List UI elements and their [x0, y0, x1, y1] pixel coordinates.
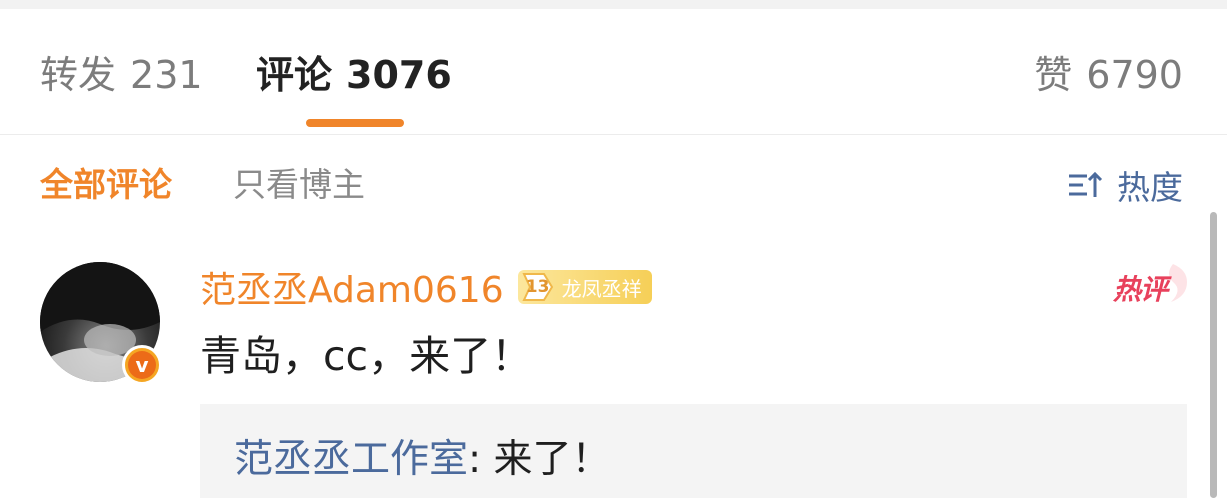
verified-v-icon: v: [128, 351, 156, 379]
tab-repost-count: 231: [130, 53, 203, 97]
sort-icon: [1069, 171, 1103, 197]
comment-header: 范丞丞Adam0616 13 龙凤丞祥: [200, 261, 652, 313]
fan-level-number: 13: [525, 277, 550, 297]
comment-screen: 转发 231 评论 3076 赞 6790 全部评论 只看博主 热度 v 范丞丞…: [0, 0, 1227, 498]
hot-comment-label: 热评: [1113, 273, 1168, 306]
tab-likes-label: 赞: [1034, 53, 1073, 97]
reply-preview[interactable]: 范丞丞工作室: 来了！: [200, 404, 1187, 498]
comment-username[interactable]: 范丞丞Adam0616: [200, 261, 504, 313]
sort-by-popularity-button[interactable]: 热度: [1067, 163, 1183, 207]
fan-badge[interactable]: 13 龙凤丞祥: [517, 270, 652, 304]
tab-comments[interactable]: 评论 3076: [256, 50, 452, 100]
tab-divider: [0, 134, 1227, 135]
active-tab-indicator: [306, 119, 404, 127]
tab-likes[interactable]: 赞 6790: [1034, 50, 1183, 100]
reply-text: 来了！: [481, 437, 611, 482]
tab-repost-label: 转发: [40, 53, 117, 97]
hot-comment-badge: 热评: [1113, 264, 1187, 308]
verified-badge-icon: v: [122, 345, 162, 385]
comment-body: 青岛，cc，来了！: [200, 332, 533, 380]
sort-label: 热度: [1117, 168, 1183, 207]
tab-likes-count: 6790: [1086, 53, 1183, 97]
tab-repost[interactable]: 转发 231: [40, 50, 203, 100]
fan-badge-title: 龙凤丞祥: [561, 276, 642, 301]
reply-separator: :: [468, 437, 482, 482]
reply-author[interactable]: 范丞丞工作室: [234, 437, 468, 482]
filter-all-comments[interactable]: 全部评论: [40, 163, 172, 207]
reply-line: 范丞丞工作室: 来了！: [234, 434, 611, 486]
tab-comments-label: 评论: [256, 53, 333, 97]
scrollbar[interactable]: [1210, 212, 1217, 498]
filter-blogger-only[interactable]: 只看博主: [233, 163, 365, 207]
tab-comments-count: 3076: [346, 53, 452, 97]
fan-level-icon: 13: [518, 270, 558, 304]
top-strip: [0, 0, 1227, 9]
